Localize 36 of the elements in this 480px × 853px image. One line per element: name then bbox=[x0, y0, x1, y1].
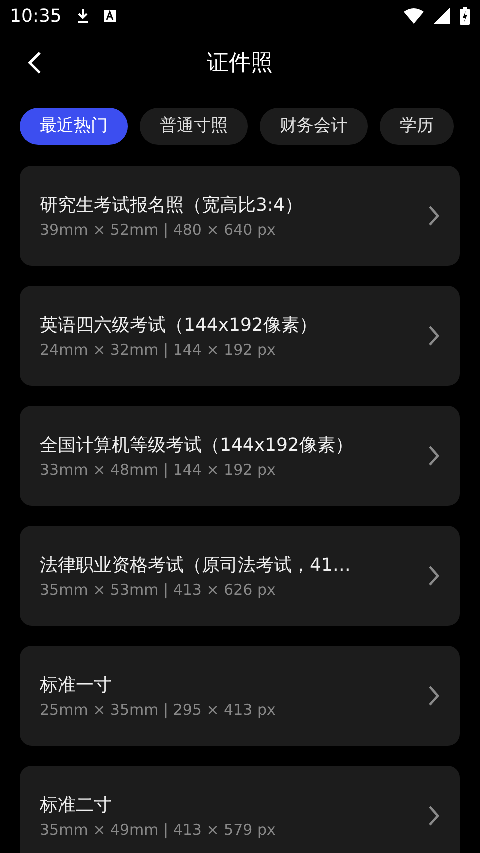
size-dimensions: 39mm × 52mm | 480 × 640 px bbox=[40, 221, 277, 239]
size-title: 标准一寸 bbox=[40, 674, 113, 697]
status-time: 10:35 bbox=[10, 6, 62, 26]
chevron-icon bbox=[428, 325, 440, 347]
chevron-icon bbox=[428, 445, 440, 467]
back-icon[interactable] bbox=[28, 51, 42, 75]
size-card[interactable]: 研究生考试报名照（宽高比3:4） 39mm × 52mm | 480 × 640 px bbox=[20, 166, 460, 266]
battery-icon bbox=[460, 7, 470, 25]
size-dimensions: 35mm × 53mm | 413 × 626 px bbox=[40, 581, 277, 599]
chevron-icon bbox=[428, 205, 440, 227]
size-card[interactable]: 标准一寸 25mm × 35mm | 295 × 413 px bbox=[20, 646, 460, 746]
size-title: 研究生考试报名照（宽高比3:4） bbox=[40, 194, 304, 217]
chevron-icon bbox=[428, 685, 440, 707]
category-tab[interactable]: 普通寸照 bbox=[140, 108, 248, 145]
size-title: 全国计算机等级考试（144x192像素） bbox=[40, 434, 354, 457]
size-card[interactable]: 全国计算机等级考试（144x192像素） 33mm × 48mm | 144 × 192 px bbox=[20, 406, 460, 506]
size-dimensions: 35mm × 49mm | 413 × 579 px bbox=[40, 821, 277, 839]
category-tab[interactable]: 最近热门 bbox=[20, 108, 128, 145]
category-tab[interactable]: 财务会计 bbox=[260, 108, 368, 145]
size-card[interactable]: 英语四六级考试（144x192像素） 24mm × 32mm | 144 × 192 px bbox=[20, 286, 460, 386]
size-card[interactable]: 法律职业资格考试（原司法考试，41… 35mm × 53mm | 413 × 626 px bbox=[20, 526, 460, 626]
wifi-icon bbox=[404, 8, 424, 24]
size-dimensions: 25mm × 35mm | 295 × 413 px bbox=[40, 701, 277, 719]
size-dimensions: 24mm × 32mm | 144 × 192 px bbox=[40, 341, 277, 359]
download-icon bbox=[76, 8, 90, 24]
category-tab[interactable]: 学历 bbox=[380, 108, 454, 145]
size-title: 标准二寸 bbox=[40, 794, 113, 817]
chevron-icon bbox=[428, 805, 440, 827]
chevron-icon bbox=[428, 565, 440, 587]
notification-icon bbox=[104, 10, 116, 22]
size-card[interactable]: 标准二寸 35mm × 49mm | 413 × 579 px bbox=[20, 766, 460, 853]
page-title: 证件照 bbox=[207, 50, 273, 78]
size-title: 英语四六级考试（144x192像素） bbox=[40, 314, 318, 337]
signal-icon bbox=[434, 8, 450, 24]
size-title: 法律职业资格考试（原司法考试，41… bbox=[40, 554, 352, 577]
size-dimensions: 33mm × 48mm | 144 × 192 px bbox=[40, 461, 277, 479]
